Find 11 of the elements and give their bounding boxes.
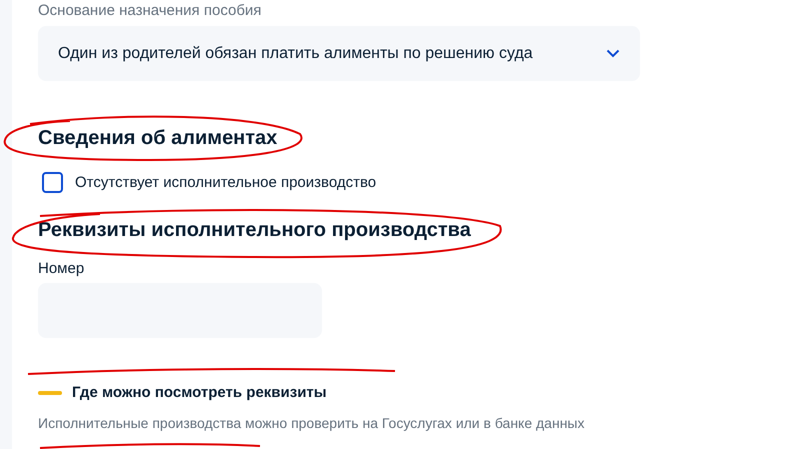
hint-text: Исполнительные производства можно проверить на Госуслугах или в банке данных (38, 415, 586, 431)
expandable-hint-title[interactable]: Где можно посмотреть реквизиты (72, 384, 327, 401)
checkbox[interactable] (42, 172, 63, 193)
accent-bar (38, 390, 62, 394)
field-label: Основание назначения пособия (38, 2, 262, 21)
checkbox-label[interactable]: Отсутствует исполнительное производство (75, 174, 376, 191)
section-title: Сведения об алиментах (38, 127, 278, 150)
field-label: Номер (38, 260, 86, 277)
basis-dropdown[interactable]: Один из родителей обязан платить алименты по решению суда (38, 26, 640, 81)
section-title: Реквизиты исполнительного производства (38, 219, 472, 242)
chevron-down-icon (606, 49, 620, 58)
